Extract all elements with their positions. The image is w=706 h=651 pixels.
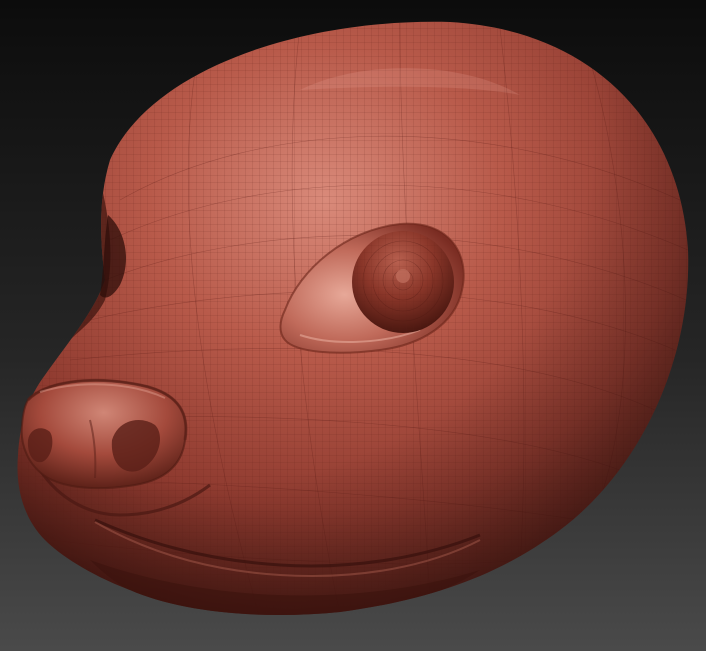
nose bbox=[20, 378, 188, 490]
sculpt-render bbox=[0, 0, 706, 651]
eyeball bbox=[352, 231, 454, 333]
sculpt-viewport[interactable] bbox=[0, 0, 706, 651]
